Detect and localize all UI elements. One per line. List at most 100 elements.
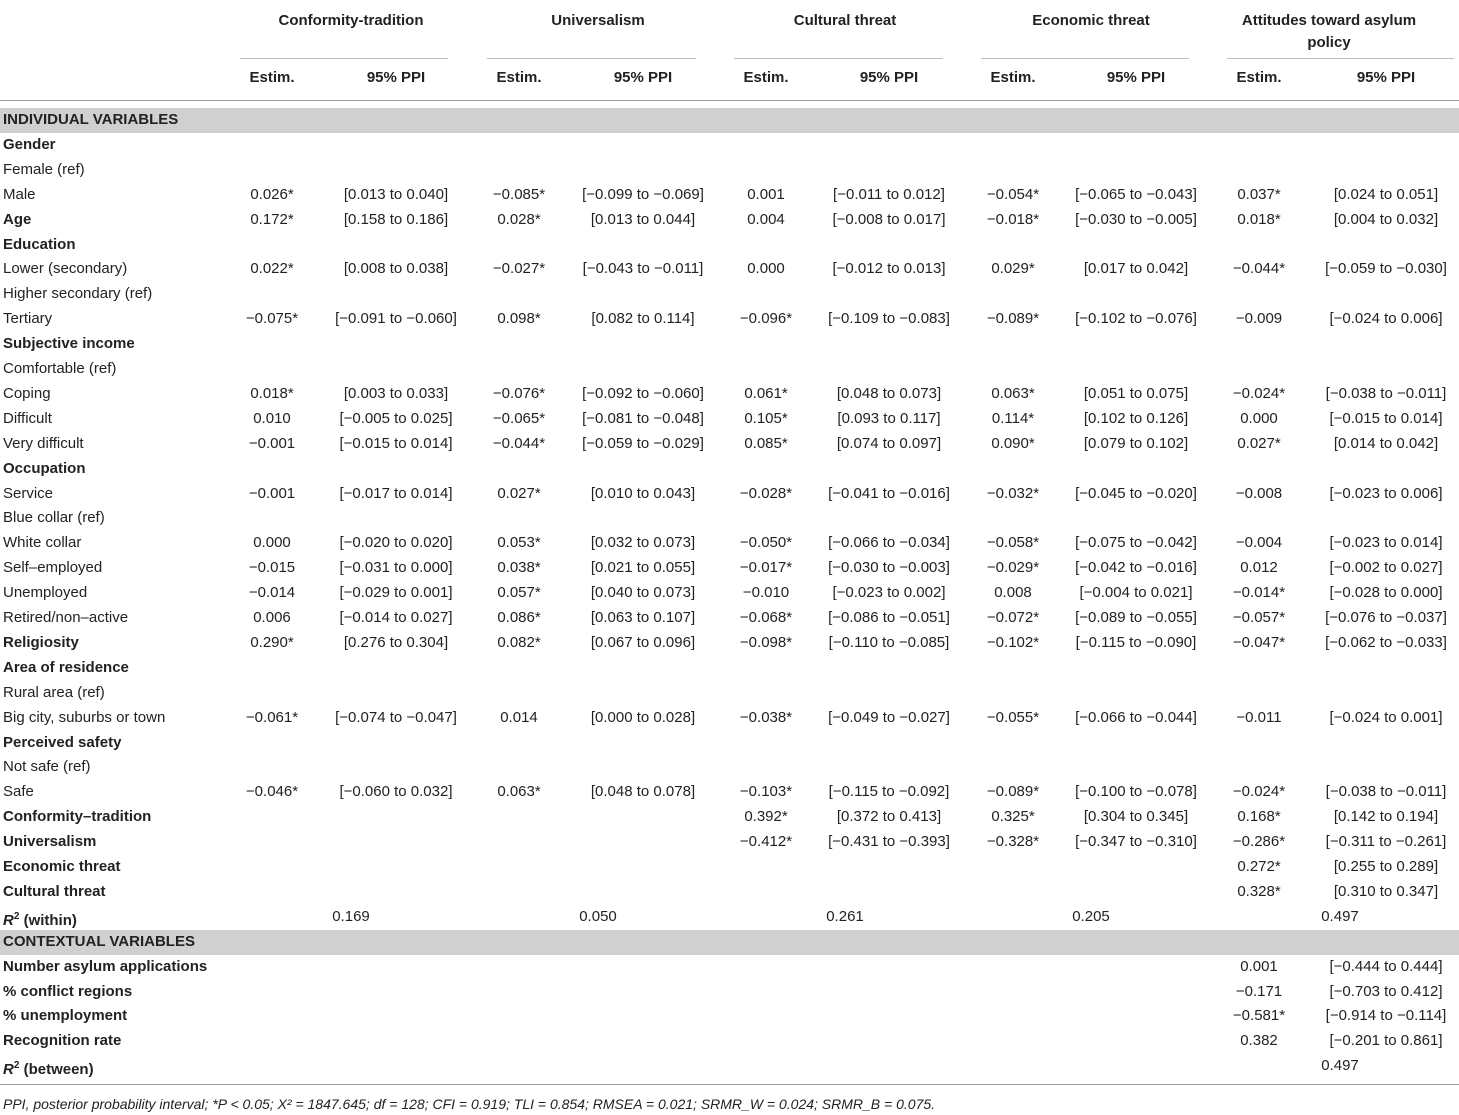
table-row: Rural area (ref) [0, 681, 1459, 706]
column-group-header: Conformity-tradition [278, 12, 424, 29]
ppi-cell: [−0.102 to −0.076] [1075, 310, 1197, 328]
row-label: Age [3, 210, 32, 228]
ppi-cell: [−0.005 to 0.025] [339, 409, 453, 427]
table-row: Conformity–tradition 0.392* [0.372 to 0.41… [0, 805, 1459, 830]
ppi-cell: [−0.914 to −0.114] [1325, 1007, 1447, 1025]
ppi-cell: [−0.041 to −0.016] [828, 484, 950, 502]
ppi-cell: [−0.075 to −0.042] [1075, 534, 1197, 552]
row-label: Very difficult [3, 434, 84, 452]
ppi-cell: [−0.115 to −0.092] [828, 783, 950, 801]
row-label: % unemployment [3, 1007, 128, 1025]
ppi-cell: [−0.004 to 0.021] [1079, 584, 1193, 602]
ppi-cell: [−0.444 to 0.444] [1329, 957, 1443, 975]
row-label: Self–employed [3, 559, 103, 577]
table-row: Recognition rate 0.382 [−0.201 to 0.861] [0, 1029, 1459, 1054]
row-label: Safe [3, 783, 34, 801]
ppi-cell: [−0.066 to −0.034] [828, 534, 950, 552]
ppi-cell: [−0.081 to −0.048] [582, 409, 704, 427]
group-underline [734, 58, 943, 59]
table-row: Comfortable (ref) [0, 357, 1459, 382]
ppi-cell: [−0.066 to −0.044] [1075, 708, 1197, 726]
table-row: Economic threat 0.272* [0.255 to 0.289] [0, 855, 1459, 880]
ppi-cell: [−0.091 to −0.060] [335, 310, 457, 328]
ppi-cell: [0.051 to 0.075] [1083, 384, 1189, 402]
ppi-cell: [−0.023 to 0.006] [1329, 484, 1443, 502]
r2-cell: 0.497 [1321, 907, 1359, 925]
column-group-header: Economic threat [1032, 12, 1150, 29]
ppi-cell: [−0.042 to −0.016] [1075, 559, 1197, 577]
table-row: R2 (within) 0.169 0.050 0.261 0.205 0.497 [0, 905, 1459, 930]
ppi-cell: [−0.031 to 0.000] [339, 559, 453, 577]
table-row: Not safe (ref) [0, 755, 1459, 780]
table-row: Male 0.026* [0.013 to 0.040] −0.085* [−0.099… [0, 183, 1459, 208]
ppi-cell: [−0.311 to −0.261] [1325, 833, 1447, 851]
ppi-cell: [−0.008 to 0.017] [832, 210, 946, 228]
table-row: Tertiary −0.075* [−0.091 to −0.060] 0.098*[… [0, 307, 1459, 332]
ppi-cell: [−0.017 to 0.014] [339, 484, 453, 502]
ppi-cell: [−0.092 to −0.060] [582, 384, 704, 402]
table-row: Occupation [0, 457, 1459, 482]
ppi-cell: [−0.076 to −0.037] [1325, 609, 1447, 626]
ppi-cell: [0.024 to 0.051] [1333, 185, 1439, 203]
r2-cell: 0.050 [579, 907, 617, 925]
ppi-cell: [−0.703 to 0.412] [1329, 982, 1443, 1000]
ppi-cell: [−0.023 to 0.002] [832, 584, 946, 602]
ppi-cell: [−0.015 to 0.014] [339, 434, 453, 452]
ppi-cell: [−0.065 to −0.043] [1075, 185, 1197, 203]
group-underline [1227, 58, 1454, 59]
estim-header: Estim. [743, 69, 789, 86]
ppi-cell: [0.000 to 0.028] [590, 708, 696, 726]
table-row: Unemployed −0.014 [−0.029 to 0.001] 0.057*[… [0, 581, 1459, 606]
ppi-cell: [0.014 to 0.042] [1333, 434, 1439, 452]
table-row: Female (ref) [0, 158, 1459, 183]
row-label: % conflict regions [3, 982, 133, 1000]
ppi-cell: [0.008 to 0.038] [343, 260, 449, 278]
ppi-cell: [−0.030 to −0.005] [1075, 210, 1197, 228]
table-row: Universalism −0.412* [−0.431 to −0.393] −0.… [0, 830, 1459, 855]
ppi-cell: [0.304 to 0.345] [1083, 808, 1189, 826]
ppi-cell: [0.017 to 0.042] [1083, 260, 1189, 278]
ppi-cell: [−0.038 to −0.011] [1325, 783, 1447, 801]
ppi-cell: [−0.024 to 0.001] [1329, 708, 1443, 726]
table-row: Blue collar (ref) [0, 506, 1459, 531]
ppi-cell: [0.276 to 0.304] [343, 633, 449, 651]
row-label: Area of residence [3, 658, 129, 676]
ppi-cell: [−0.074 to −0.047] [335, 708, 457, 726]
ppi-cell: [0.079 to 0.102] [1083, 434, 1189, 452]
r2-cell: 0.261 [826, 907, 864, 925]
ppi-cell: [−0.059 to −0.029] [582, 434, 704, 452]
table-row: Religiosity 0.290* [0.276 to 0.304] 0.082*[… [0, 631, 1459, 656]
ppi-cell: [0.142 to 0.194] [1333, 808, 1439, 826]
ppi-cell: [−0.201 to 0.861] [1329, 1032, 1443, 1050]
row-label: Difficult [3, 409, 52, 427]
row-label: Female (ref) [3, 160, 85, 178]
row-label: White collar [3, 534, 82, 552]
ppi-cell: [0.082 to 0.114] [591, 310, 695, 328]
ppi-header: 95% PPI [859, 69, 919, 86]
ppi-header: 95% PPI [1106, 69, 1166, 86]
table-row: Safe −0.046* [−0.060 to 0.032] 0.063* [0.048… [0, 780, 1459, 805]
table-row: Service −0.001 [−0.017 to 0.014] 0.027* [0.0… [0, 482, 1459, 507]
row-label: Male [3, 185, 36, 203]
ppi-cell: [0.310 to 0.347] [1333, 882, 1439, 900]
row-label: Higher secondary (ref) [3, 285, 153, 303]
row-label: Blue collar (ref) [3, 509, 105, 527]
ppi-cell: [−0.038 to −0.011] [1325, 384, 1447, 402]
table-row: Number asylum applications 0.001 [−0.444 t… [0, 955, 1459, 980]
table-row: Self–employed −0.015 [−0.031 to 0.000] 0.03… [0, 556, 1459, 581]
ppi-cell: [0.003 to 0.033] [343, 384, 449, 402]
table-row: % conflict regions −0.171 [−0.703 to 0.412… [0, 980, 1459, 1005]
estim-header: Estim. [990, 69, 1036, 86]
ppi-cell: [0.021 to 0.055] [590, 559, 696, 577]
ppi-cell: [−0.028 to 0.000] [1329, 584, 1443, 602]
row-label: Unemployed [3, 584, 88, 602]
table-row: Area of residence [0, 656, 1459, 681]
row-label: R2 (between) [3, 1060, 94, 1079]
ppi-cell: [0.063 to 0.107] [590, 609, 696, 626]
table-row: Gender [0, 133, 1459, 158]
ppi-cell: [−0.115 to −0.090] [1075, 633, 1197, 651]
ppi-cell: [0.010 to 0.043] [590, 484, 696, 502]
ppi-cell: [−0.110 to −0.085] [828, 633, 950, 651]
table-row: % unemployment −0.581* [−0.914 to −0.114] [0, 1004, 1459, 1029]
ppi-cell: [0.372 to 0.413] [836, 808, 942, 826]
